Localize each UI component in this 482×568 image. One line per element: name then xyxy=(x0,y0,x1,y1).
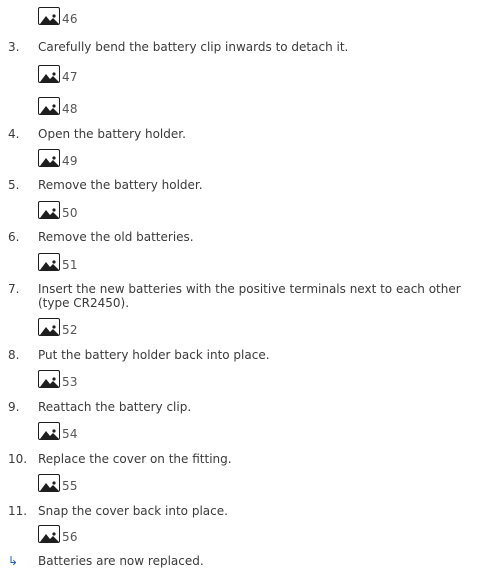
figure-number: 56 xyxy=(62,530,78,544)
step-number: 9. xyxy=(8,400,20,414)
result-arrow-icon: ↳ xyxy=(8,554,19,568)
step-number: 11. xyxy=(8,504,28,518)
step-number: 8. xyxy=(8,348,20,362)
step-item: 4. Open the battery holder. xyxy=(8,127,476,141)
figure-number: 55 xyxy=(62,479,78,493)
figure-number: 47 xyxy=(62,70,78,84)
step-text: Replace the cover on the fitting. xyxy=(38,452,232,466)
step-number: 5. xyxy=(8,178,20,192)
figure-reference[interactable]: 56 xyxy=(38,522,78,546)
figure-number: 46 xyxy=(62,12,78,26)
figure-number: 51 xyxy=(62,258,78,272)
step-item: 11. Snap the cover back into place. xyxy=(8,504,476,518)
step-item: 10. Replace the cover on the fitting. xyxy=(8,452,476,466)
figure-reference[interactable]: 53 xyxy=(38,367,78,391)
step-item: 5. Remove the battery holder. xyxy=(8,178,476,192)
step-item: 9. Reattach the battery clip. xyxy=(8,400,476,414)
image-placeholder-icon xyxy=(38,474,60,492)
figure-number: 54 xyxy=(62,427,78,441)
figure-reference[interactable]: 49 xyxy=(38,146,78,170)
image-placeholder-icon xyxy=(38,201,60,219)
image-placeholder-icon xyxy=(38,318,60,336)
figure-reference[interactable]: 55 xyxy=(38,471,78,495)
step-item: 6. Remove the old batteries. xyxy=(8,230,476,244)
step-text: Remove the battery holder. xyxy=(38,178,203,192)
step-text: Reattach the battery clip. xyxy=(38,400,192,414)
image-placeholder-icon xyxy=(38,65,60,83)
step-item: 8. Put the battery holder back into plac… xyxy=(8,348,476,362)
image-placeholder-icon xyxy=(38,149,60,167)
image-placeholder-icon xyxy=(38,7,60,25)
step-text: Open the battery holder. xyxy=(38,127,186,141)
image-placeholder-icon xyxy=(38,370,60,388)
step-number: 4. xyxy=(8,127,20,141)
result-line: ↳ Batteries are now replaced. xyxy=(8,554,476,568)
step-text: Insert the new batteries with the positi… xyxy=(38,282,461,310)
step-number: 7. xyxy=(8,282,20,296)
figure-number: 50 xyxy=(62,206,78,220)
step-text: Put the battery holder back into place. xyxy=(38,348,270,362)
step-item: 7. Insert the new batteries with the pos… xyxy=(8,282,476,310)
step-number: 6. xyxy=(8,230,20,244)
figure-number: 52 xyxy=(62,323,78,337)
image-placeholder-icon xyxy=(38,525,60,543)
instruction-page: 46 3. Carefully bend the battery clip in… xyxy=(0,0,482,568)
figure-reference[interactable]: 47 xyxy=(38,62,78,86)
figure-reference[interactable]: 52 xyxy=(38,315,78,339)
step-item: 3. Carefully bend the battery clip inwar… xyxy=(8,40,476,54)
image-placeholder-icon xyxy=(38,422,60,440)
figure-reference[interactable]: 54 xyxy=(38,419,78,443)
figure-reference[interactable]: 46 xyxy=(38,4,78,28)
step-text: Snap the cover back into place. xyxy=(38,504,228,518)
step-number: 10. xyxy=(8,452,28,466)
step-text: Remove the old batteries. xyxy=(38,230,194,244)
figure-number: 49 xyxy=(62,154,78,168)
image-placeholder-icon xyxy=(38,97,60,115)
figure-reference[interactable]: 48 xyxy=(38,94,78,118)
image-placeholder-icon xyxy=(38,253,60,271)
figure-number: 48 xyxy=(62,102,78,116)
figure-number: 53 xyxy=(62,375,78,389)
result-text: Batteries are now replaced. xyxy=(38,554,204,568)
figure-reference[interactable]: 50 xyxy=(38,198,78,222)
step-text: Carefully bend the battery clip inwards … xyxy=(38,40,349,54)
step-number: 3. xyxy=(8,40,20,54)
figure-reference[interactable]: 51 xyxy=(38,250,78,274)
